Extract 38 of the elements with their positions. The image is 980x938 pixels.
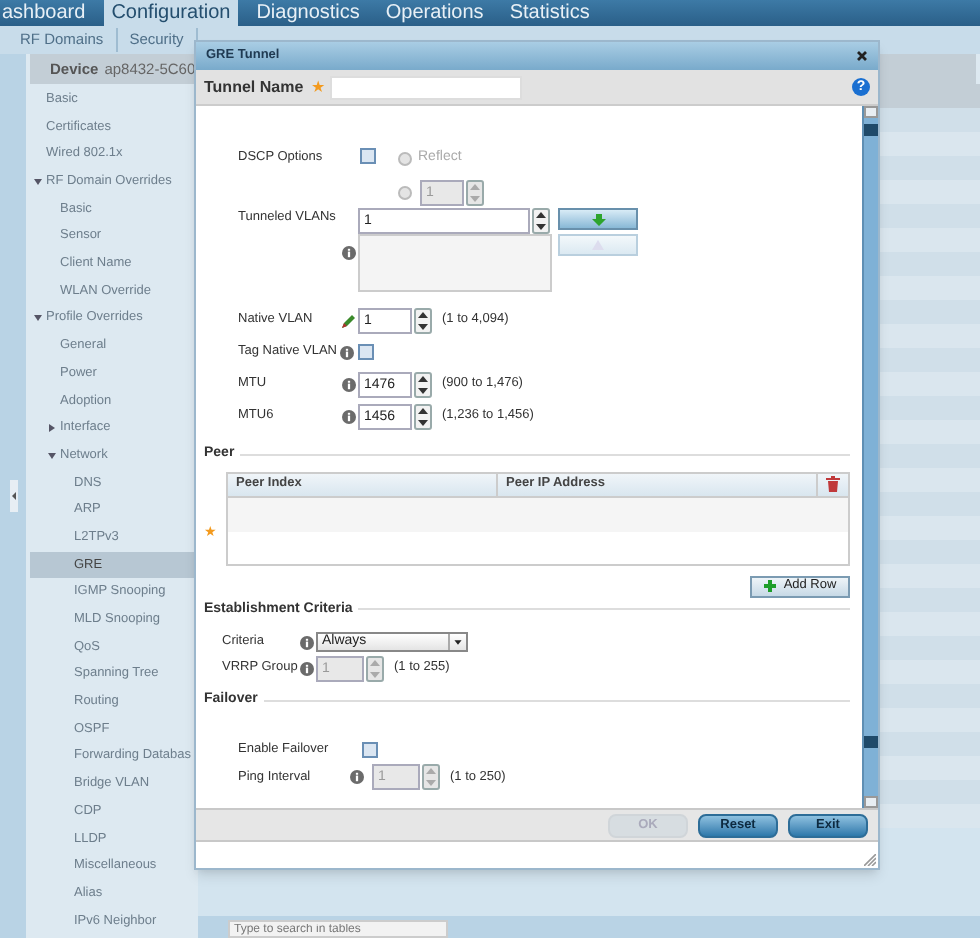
nav-tab[interactable]: Configuration — [103, 0, 239, 26]
stepper-icon[interactable] — [414, 307, 432, 333]
caret-down-icon[interactable] — [48, 451, 56, 460]
stepper-icon[interactable] — [532, 208, 550, 234]
plus-icon — [763, 580, 776, 592]
info-icon — [342, 246, 356, 260]
stepper-icon[interactable] — [414, 371, 432, 397]
caret-down-icon[interactable] — [34, 177, 42, 186]
stepper-icon[interactable] — [414, 403, 432, 429]
info-icon — [340, 345, 354, 359]
nav-tab[interactable]: Statistics — [501, 0, 598, 26]
info-icon — [342, 377, 356, 391]
close-icon[interactable] — [856, 50, 868, 62]
collapse-handle-icon[interactable] — [9, 480, 17, 512]
field-label: Tunnel Name — [204, 75, 304, 99]
dropdown-arrow-icon — [448, 634, 466, 650]
pencil-icon — [342, 313, 356, 327]
info-icon — [300, 661, 314, 675]
radio-button[interactable] — [398, 151, 412, 166]
required-mark: ★ — [311, 79, 326, 95]
nav-tab[interactable]: ashboard — [0, 0, 94, 26]
arrow-up-icon — [592, 240, 604, 250]
resize-grip-icon[interactable] — [864, 854, 876, 866]
trash-icon[interactable] — [826, 476, 840, 492]
checkbox[interactable] — [362, 741, 378, 757]
checkbox[interactable] — [358, 344, 374, 360]
info-icon — [300, 635, 314, 649]
caret-right-icon[interactable] — [48, 424, 56, 433]
tunnel-name-field[interactable] — [329, 75, 522, 99]
info-icon — [342, 409, 356, 423]
caret-down-icon[interactable] — [34, 314, 42, 323]
nav-tab[interactable]: Diagnostics — [248, 0, 368, 26]
checkbox[interactable] — [360, 148, 376, 164]
info-icon — [350, 770, 364, 784]
radio-button[interactable] — [398, 185, 412, 199]
arrow-down-icon — [591, 213, 605, 225]
nav-tab[interactable]: Operations — [377, 0, 492, 26]
scrollbar[interactable] — [862, 106, 878, 808]
